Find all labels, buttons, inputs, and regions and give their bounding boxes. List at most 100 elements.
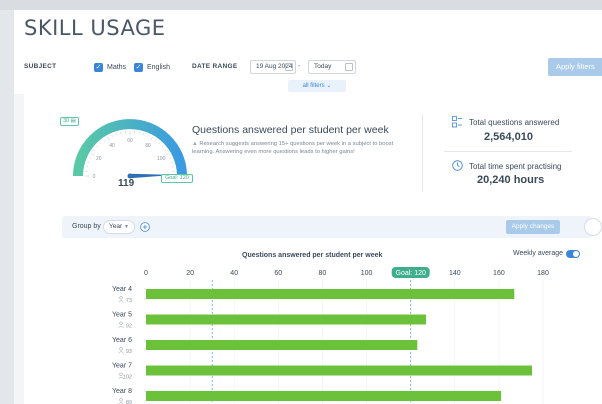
gauge-tick-mark	[93, 149, 96, 151]
gauge-tick-mark	[158, 142, 161, 145]
student-count: 102	[123, 375, 132, 381]
goal-label: Goal: 120	[396, 270, 426, 277]
category-label: Year 7	[112, 363, 132, 370]
gauge-tick-mark	[165, 153, 170, 156]
x-tick-label: 60	[274, 270, 282, 277]
apply-filters-button[interactable]: Apply filters	[548, 58, 602, 76]
x-tick-label: 80	[319, 270, 327, 277]
student-count: 89	[126, 400, 132, 404]
category-label: Year 8	[112, 388, 132, 395]
group-by-select[interactable]: Year ▼	[103, 220, 135, 234]
list-icon	[452, 116, 462, 128]
page-title: SKILL USAGE	[24, 16, 166, 40]
checkbox-check-icon: ✓	[134, 62, 143, 72]
student-icon	[118, 321, 124, 329]
x-tick-label: 160	[493, 270, 505, 277]
research-note-text: Research suggests answering 15+ question…	[192, 141, 394, 155]
gauge-goal-label: Goal: 120	[161, 174, 193, 183]
gauge-tick-mark	[169, 157, 172, 159]
gauge-tick-mark	[155, 139, 157, 142]
filter-row: SUBJECT ✓ Maths ✓ English DATE RANGE 19 …	[14, 56, 602, 78]
subject-label: SUBJECT	[24, 63, 57, 70]
gauge-tick-mark	[85, 166, 88, 168]
bar	[146, 340, 418, 350]
add-group-icon[interactable]	[140, 222, 150, 232]
header: SKILL USAGE SUBJECT ✓ Maths ✓ English DA…	[14, 10, 602, 94]
student-icon	[118, 398, 124, 404]
subject-checkbox-maths[interactable]: ✓ Maths	[94, 60, 126, 74]
gauge-tick-mark	[111, 134, 113, 137]
research-note: ▲ Research suggests answering 15+ questi…	[192, 140, 412, 156]
x-tick-label: 40	[230, 270, 238, 277]
date-range-separator: -	[298, 63, 301, 70]
all-filters-toggle[interactable]: all filters ⌄	[288, 80, 346, 92]
total-questions-label: Total questions answered	[469, 118, 560, 127]
gauge-tick-label: 20	[96, 156, 102, 162]
gauge-tick-mark	[120, 131, 122, 134]
gauge-tick-mark	[90, 153, 95, 156]
x-tick-label: 0	[144, 270, 148, 277]
gauge-tick-mark	[164, 149, 167, 151]
date-to-input[interactable]: Today	[308, 60, 356, 74]
gauge-tick-label: 60	[127, 138, 133, 144]
gauge-tick-mark	[87, 161, 90, 163]
subject-checkbox-english[interactable]: ✓ English	[134, 60, 170, 74]
gauge-tick-mark	[161, 145, 164, 148]
gauge-tick-mark	[107, 136, 110, 141]
bar	[146, 314, 427, 325]
gauge-tick-label: 80	[145, 143, 151, 149]
progress-gauge: 020406080100120 30 ▤ Goal: 120 119	[60, 114, 200, 189]
gauge-tick-label: 40	[109, 143, 115, 149]
date-from-input[interactable]: 19 Aug 2024	[250, 60, 296, 74]
gauge-badge: 30 ▤	[60, 117, 79, 126]
group-by-toolbar: Group by Year ▼ Apply changes	[62, 216, 592, 238]
gauge-tick-label: 100	[157, 156, 166, 162]
student-icon	[118, 296, 124, 303]
weekly-average-toggle[interactable]	[566, 250, 580, 258]
x-tick-label: 180	[537, 270, 549, 277]
chevron-down-icon: ▼	[123, 224, 129, 230]
gauge-tick-mark	[143, 133, 145, 136]
category-label: Year 4	[112, 286, 132, 293]
student-count: 93	[126, 349, 132, 355]
gauge-tick-mark	[115, 133, 117, 136]
gauge-tick-mark	[138, 131, 140, 134]
gauge-tick-mark	[150, 136, 153, 141]
weekly-average-label: Weekly average	[513, 250, 564, 257]
category-label: Year 5	[112, 312, 132, 319]
subject-checkbox-label: English	[147, 63, 170, 71]
chart-title: Questions answered per student per week	[242, 252, 383, 259]
gauge-tick-mark	[103, 139, 105, 142]
gauge-tick-mark	[147, 134, 149, 137]
student-count: 92	[126, 324, 132, 330]
gauge-tick-label: 0	[93, 174, 96, 180]
questions-title: Questions answered per student per week	[192, 124, 389, 136]
total-time-label: Total time spent practising	[469, 162, 562, 171]
window-frame-top	[0, 0, 602, 10]
gauge-tick-mark	[170, 161, 173, 163]
divider	[444, 151, 572, 152]
calendar-icon[interactable]	[285, 63, 293, 71]
table-view-icon[interactable]	[584, 218, 602, 236]
x-tick-label: 100	[361, 270, 373, 277]
gauge-tick-mark	[88, 157, 91, 159]
gauge-value: 119	[118, 178, 135, 189]
group-by-value: Year	[109, 223, 123, 230]
bar	[146, 391, 502, 401]
category-label: Year 6	[112, 337, 132, 344]
total-time-value: 20,240 hours	[477, 174, 545, 186]
apply-changes-button[interactable]: Apply changes	[506, 220, 560, 234]
x-tick-label: 140	[449, 270, 461, 277]
group-by-label: Group by	[72, 223, 101, 230]
window-frame-left	[0, 10, 14, 404]
gauge-tick-mark	[96, 145, 99, 148]
x-tick-label: 20	[186, 270, 194, 277]
bar-chart: 0 20 40 60 80 100 140 160 180 Goal: 120 Year 4 73 Ye…	[112, 267, 549, 404]
calendar-icon[interactable]	[345, 63, 353, 71]
total-questions-value: 2,564,010	[484, 131, 533, 143]
date-range-label: DATE RANGE	[192, 63, 238, 70]
stats-card: 020406080100120 30 ▤ Goal: 120 119 Quest…	[24, 94, 602, 404]
clock-icon	[452, 160, 463, 171]
gauge-tick-mark	[172, 166, 175, 168]
checkbox-check-icon: ✓	[94, 62, 103, 72]
